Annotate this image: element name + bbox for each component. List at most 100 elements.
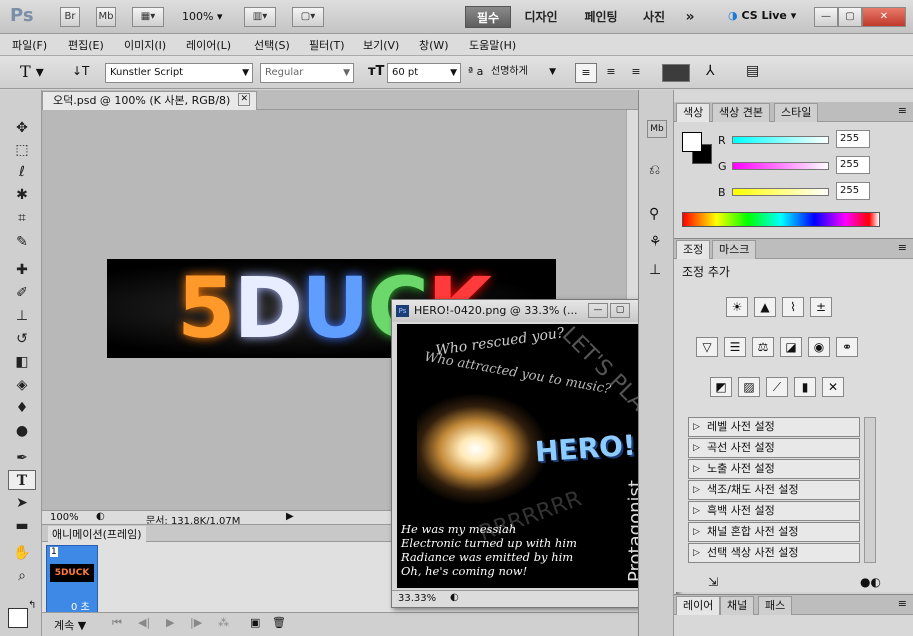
photo-filter-icon[interactable]: ◉	[808, 337, 830, 357]
workspace-design[interactable]: 디자인	[516, 6, 566, 28]
hero-maximize-icon[interactable]: ▢	[610, 303, 630, 318]
preset-selective-color[interactable]: 선택 색상 사전 설정	[688, 543, 860, 563]
tab-swatches[interactable]: 색상 견본	[712, 103, 770, 122]
tab-masks[interactable]: 마스크	[712, 240, 757, 259]
red-value[interactable]: 255	[836, 130, 870, 148]
frame-delay[interactable]: 0 초	[71, 598, 90, 613]
adjustment-options-icon[interactable]: ●◐	[860, 575, 881, 589]
menu-view[interactable]: 보기(V)	[363, 37, 399, 53]
history-panel-icon[interactable]: ⎌	[649, 162, 660, 178]
menu-filter[interactable]: 필터(T)	[309, 37, 345, 53]
screen-mode-button[interactable]: ▢▾	[292, 7, 324, 27]
hero-document-window[interactable]: Ps HERO!-0420.png @ 33.3% (... — ▢ ✕ Who…	[391, 299, 677, 608]
paint-bucket-tool-icon[interactable]: ◈	[8, 375, 36, 395]
menu-layer[interactable]: 레이어(L)	[186, 37, 231, 53]
invert-icon[interactable]: ◩	[710, 377, 732, 397]
bridge-button[interactable]: Br	[60, 7, 80, 27]
animation-tab[interactable]: 애니메이션(프레임)	[48, 526, 146, 542]
marquee-tool-icon[interactable]: ⬚	[8, 140, 36, 160]
vibrance-icon[interactable]: ▽	[696, 337, 718, 357]
blur-tool-icon[interactable]: ♦	[8, 398, 36, 418]
zoom-level-dropdown[interactable]: 100% ▾	[182, 10, 222, 23]
align-right-button[interactable]: ≡	[625, 63, 647, 83]
brush-tool-icon[interactable]: ✐	[8, 283, 36, 303]
threshold-icon[interactable]: ⟋	[766, 377, 788, 397]
presets-scrollbar[interactable]	[864, 417, 876, 563]
panel-menu-icon[interactable]: ≡	[898, 241, 907, 254]
crop-tool-icon[interactable]: ⌗	[8, 208, 36, 228]
lasso-tool-icon[interactable]: ℓ	[8, 162, 36, 182]
black-white-icon[interactable]: ◪	[780, 337, 802, 357]
workspace-essentials[interactable]: 필수	[465, 6, 511, 28]
quick-select-tool-icon[interactable]: ✱	[8, 185, 36, 205]
selective-color-icon[interactable]: ✕	[822, 377, 844, 397]
tab-channels[interactable]: 채널	[720, 596, 755, 615]
tab-adjustments[interactable]: 조정	[676, 240, 711, 259]
menu-file[interactable]: 파일(F)	[12, 37, 47, 53]
align-center-button[interactable]: ≡	[600, 63, 622, 83]
tab-layers[interactable]: 레이어	[676, 596, 721, 615]
clone-stamp-tool-icon[interactable]: ⊥	[8, 306, 36, 326]
text-color-swatch[interactable]	[662, 64, 690, 82]
hue-saturation-icon[interactable]: ☰	[724, 337, 746, 357]
foreground-swatch[interactable]	[682, 132, 702, 152]
new-frame-icon[interactable]: ▣	[250, 616, 260, 629]
hero-zoom[interactable]: 33.33%	[398, 593, 436, 604]
hero-status-menu-icon[interactable]: ◐	[450, 592, 459, 603]
green-slider[interactable]	[732, 162, 829, 170]
document-tab[interactable]: 오덕.psd @ 100% (K 사본, RGB/8) ✕	[42, 91, 257, 110]
maximize-button[interactable]: ▢	[838, 7, 862, 27]
preset-curves[interactable]: 곡선 사전 설정	[688, 438, 860, 458]
minimize-button[interactable]: —	[814, 7, 838, 27]
menu-image[interactable]: 이미지(I)	[124, 37, 166, 53]
hero-window-titlebar[interactable]: Ps HERO!-0420.png @ 33.3% (... — ▢ ✕	[392, 300, 676, 322]
mini-bridge-button[interactable]: Mb	[96, 7, 116, 27]
play-icon[interactable]: ▶	[166, 616, 174, 629]
posterize-icon[interactable]: ▨	[738, 377, 760, 397]
character-panel-icon[interactable]: ▤	[746, 63, 759, 79]
blue-value[interactable]: 255	[836, 182, 870, 200]
first-frame-icon[interactable]: ⏮	[112, 616, 122, 630]
green-value[interactable]: 255	[836, 156, 870, 174]
view-extras-button[interactable]: ▦▾	[132, 7, 164, 27]
gradient-map-icon[interactable]: ▮	[794, 377, 816, 397]
delete-frame-icon[interactable]: 🗑	[272, 616, 286, 629]
red-slider[interactable]	[732, 136, 829, 144]
curves-icon[interactable]: ⌇	[782, 297, 804, 317]
workspace-more-button[interactable]: »	[680, 6, 700, 28]
brightness-icon[interactable]: ☀	[726, 297, 748, 317]
eyedropper-tool-icon[interactable]: ✎	[8, 232, 36, 252]
font-size-select[interactable]: 60 pt ▼	[387, 63, 461, 83]
align-left-button[interactable]: ≡	[575, 63, 597, 83]
levels-icon[interactable]: ▲	[754, 297, 776, 317]
tween-icon[interactable]: ⁂	[218, 616, 229, 629]
tab-styles[interactable]: 스타일	[774, 103, 819, 122]
path-selection-tool-icon[interactable]: ➤	[8, 493, 36, 513]
menu-edit[interactable]: 편집(E)	[68, 37, 104, 53]
tool-presets-icon[interactable]: ⊥	[649, 262, 661, 278]
prev-frame-icon[interactable]: ◀|	[138, 616, 150, 629]
eraser-tool-icon[interactable]: ◧	[8, 352, 36, 372]
next-frame-icon[interactable]: |▶	[190, 616, 202, 629]
arrange-documents-button[interactable]: ▥▾	[244, 7, 276, 27]
zoom-tool-icon[interactable]: ⌕	[8, 566, 36, 586]
mini-bridge-panel-icon[interactable]: Mb	[647, 120, 667, 138]
font-style-select[interactable]: Regular ▼	[260, 63, 354, 83]
loop-select[interactable]: 계속 ▼	[54, 617, 86, 633]
channel-mixer-icon[interactable]: ⚭	[836, 337, 858, 357]
foreground-color-swatch[interactable]	[8, 608, 28, 628]
shape-tool-icon[interactable]: ▬	[8, 516, 36, 536]
exposure-icon[interactable]: ±	[810, 297, 832, 317]
healing-brush-tool-icon[interactable]: ✚	[8, 260, 36, 280]
preset-channel-mixer[interactable]: 채널 혼합 사전 설정	[688, 522, 860, 542]
cs-live-button[interactable]: ◑ CS Live ▾	[728, 9, 796, 22]
close-button[interactable]: ✕	[862, 7, 906, 27]
menu-help[interactable]: 도움말(H)	[469, 37, 516, 53]
tab-color[interactable]: 색상	[676, 103, 711, 122]
hero-image[interactable]: Who rescued you? Who attracted you to mu…	[397, 324, 662, 588]
workspace-photography[interactable]: 사진	[636, 6, 672, 28]
return-to-list-icon[interactable]: ⇲	[708, 575, 718, 589]
tab-paths[interactable]: 패스	[758, 596, 793, 615]
close-tab-icon[interactable]: ✕	[238, 93, 250, 106]
panel-menu-icon[interactable]: ≡	[898, 104, 907, 117]
